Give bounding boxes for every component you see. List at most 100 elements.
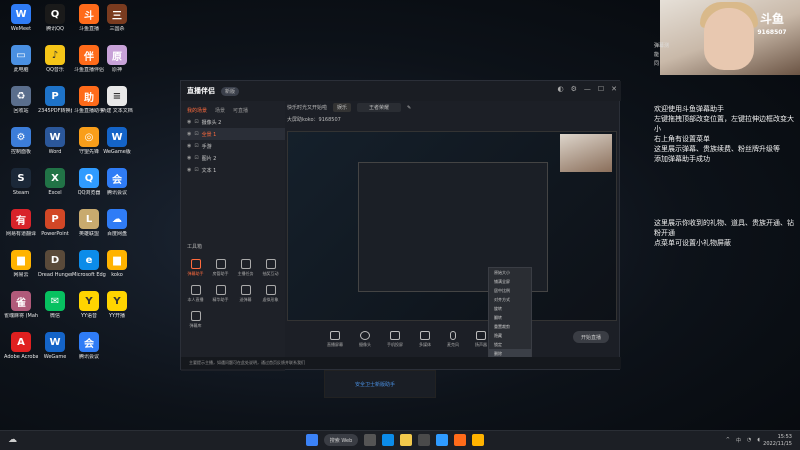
desktop-icon[interactable]: S Steam (4, 168, 38, 196)
add-screen-button[interactable]: 直播屏幕 (327, 330, 343, 348)
app-icon: W (11, 4, 31, 24)
room-title[interactable]: 快乐时光又开始啦 (287, 104, 327, 111)
edge-icon[interactable] (382, 434, 394, 446)
scene-item[interactable]: ◉ ⊡ 文本 1 (181, 164, 285, 176)
minimize-icon[interactable]: — (584, 85, 591, 93)
camera-overlay[interactable] (560, 134, 612, 172)
tool-highlights[interactable]: 精华助手 (208, 285, 233, 303)
wifi-icon[interactable]: ◔ (747, 437, 751, 444)
eye-icon[interactable]: ◉ (187, 167, 191, 173)
eye-icon[interactable]: ◉ (187, 119, 191, 125)
ctx-item[interactable]: 翻转 (489, 313, 531, 322)
app-icon: ✉ (45, 291, 65, 311)
language-indicator[interactable]: 中 (736, 437, 741, 444)
desktop-icon[interactable]: X Excel (38, 168, 72, 196)
ctx-item[interactable]: 对齐方式 (489, 295, 531, 304)
desktop-icon[interactable]: D Dread Hunger (38, 250, 72, 278)
volume-icon[interactable]: ◖ (757, 437, 760, 444)
desktop-icon[interactable]: 会腾讯会议 (72, 332, 106, 360)
ctx-item[interactable]: 原始大小 (489, 268, 531, 277)
desktop-icon[interactable]: ☁ 百度网盘 (100, 209, 134, 237)
scene-item[interactable]: ◉ ⊡ 图片 2 (181, 152, 285, 164)
camera-icon (360, 330, 370, 340)
skin-icon[interactable]: ◐ (557, 85, 563, 93)
desktop-icon[interactable]: 有网易有道翻译 (4, 209, 38, 237)
tool-send-danmaku[interactable]: 送弹幕 (233, 285, 258, 303)
background-window[interactable]: 安全卫士新版助手 (324, 370, 436, 398)
app-icon[interactable] (472, 434, 484, 446)
eye-icon[interactable]: ◉ (187, 143, 191, 149)
desktop-icon[interactable]: ▭ 此电脑 (4, 45, 38, 73)
tool-self-live[interactable]: 本人直播 (183, 285, 208, 303)
room-category[interactable]: 王者荣耀 (357, 103, 402, 112)
start-live-button[interactable]: 开始直播 (573, 331, 609, 343)
speaker-button[interactable]: 扬声器 (475, 330, 487, 348)
settings-icon[interactable]: ⚙ (571, 85, 577, 93)
tool-danmaku[interactable]: 弹幕助手 (183, 259, 208, 277)
desktop-icon[interactable]: A Adobe Acrobat DC (4, 332, 38, 360)
desktop-icon[interactable]: W Word (38, 127, 72, 155)
desktop-icon[interactable]: W WeGame (38, 332, 72, 360)
douyu-icon[interactable] (454, 434, 466, 446)
tool-lottery[interactable]: 抽奖互动 (258, 259, 283, 277)
lock-icon[interactable]: ⊡ (194, 131, 198, 137)
desktop-icon[interactable]: ♪ QQ音乐 (38, 45, 72, 73)
lock-icon[interactable]: ⊡ (194, 155, 198, 161)
desktop-icon[interactable]: P PowerPoint (38, 209, 72, 237)
task-view-icon[interactable] (364, 434, 376, 446)
tool-tasks[interactable]: 主播任务 (233, 259, 258, 277)
eye-icon[interactable]: ◉ (187, 131, 191, 137)
weather-icon[interactable]: ☁ (8, 435, 17, 445)
scene-item[interactable]: ◉ ⊡ 摄像头 2 (181, 116, 285, 128)
lock-icon[interactable]: ⊡ (194, 143, 198, 149)
edit-icon[interactable]: ✎ (407, 105, 411, 111)
live-companion-window[interactable]: 直播伴侣 新版 ◐ ⚙ — ☐ ✕ 我的场景 场景 可直播 ◉ ⊡ 摄像头 2 ◉ ⊡… (180, 80, 621, 371)
lock-icon[interactable]: ⊡ (194, 119, 198, 125)
ctx-item[interactable]: 旋转 (489, 304, 531, 313)
start-icon[interactable] (306, 434, 318, 446)
maximize-icon[interactable]: ☐ (598, 85, 604, 93)
tool-room-manager[interactable]: 房管助手 (208, 259, 233, 277)
qq-browser-icon[interactable] (436, 434, 448, 446)
search-box[interactable]: 搜索 Web (324, 434, 358, 446)
desktop-icon[interactable]: ▆ koko (100, 250, 134, 278)
desktop-icon[interactable]: W WeGame版 (100, 127, 134, 155)
scene-item-selected[interactable]: ◉ ⊡ 全景 1 (181, 128, 285, 140)
file-explorer-icon[interactable] (400, 434, 412, 446)
tab-scene[interactable]: 场景 (215, 107, 225, 114)
close-icon[interactable]: ✕ (611, 85, 617, 93)
store-icon[interactable] (418, 434, 430, 446)
desktop-icon[interactable]: 原原神 (100, 45, 134, 73)
clock[interactable]: 15:53 2022/11/15 (763, 434, 792, 448)
tab-my-scenes[interactable]: 我的场景 (187, 107, 207, 114)
desktop-icon[interactable]: 会腾讯会议 (100, 168, 134, 196)
desktop-icon[interactable]: ≡ 新建 文本文档 (100, 86, 134, 114)
desktop-icon[interactable]: W WeMeet (4, 4, 38, 32)
lock-icon[interactable]: ⊡ (194, 167, 198, 173)
tool-danmaku-lib[interactable]: 弹幕库 (183, 311, 208, 329)
version-badge[interactable]: 新版 (221, 86, 240, 96)
scene-item[interactable]: ◉ ⊡ 手游 (181, 140, 285, 152)
desktop-icon[interactable]: Y YY开播 (100, 291, 134, 319)
ctx-item[interactable]: 居中比例 (489, 286, 531, 295)
mic-button[interactable]: 麦克风 (447, 330, 459, 348)
helper-link[interactable]: 安全卫士新版助手 (355, 381, 395, 388)
desktop-icon[interactable]: ✉ 微信 (38, 291, 72, 319)
desktop-icon[interactable]: ⚙ 控制面板 (4, 127, 38, 155)
desktop-icon[interactable]: 雀雀魂麻将 (Mahjong... (4, 291, 38, 319)
ctx-item[interactable]: 铺满全屏 (489, 277, 531, 286)
desktop-icon[interactable]: ▆ 网易云 (4, 250, 38, 278)
phone-cast-button[interactable]: 手机投屏 (387, 330, 403, 348)
tab-live[interactable]: 可直播 (233, 107, 248, 114)
desktop-icon[interactable]: 三三国杀 (100, 4, 134, 32)
desktop-icon[interactable]: Q 腾讯QQ (38, 4, 72, 32)
eye-icon[interactable]: ◉ (187, 155, 191, 161)
room-tag[interactable]: 娱乐 (333, 103, 352, 112)
tool-avatar[interactable]: 虚拟形象 (258, 285, 283, 303)
desktop-icon[interactable]: ♻ 回收站 (4, 86, 38, 114)
add-camera-button[interactable]: 摄像头 (359, 330, 371, 348)
chevron-up-icon[interactable]: ^ (726, 437, 730, 444)
desktop-icon[interactable]: P 2345PDF转换器 (38, 86, 72, 114)
media-button[interactable]: 多媒体 (419, 330, 431, 348)
live-preview[interactable]: 原始大小 铺满全屏 居中比例 对齐方式 旋转 翻转 重置裁剪 隐藏 锁定 删除 (287, 131, 617, 363)
